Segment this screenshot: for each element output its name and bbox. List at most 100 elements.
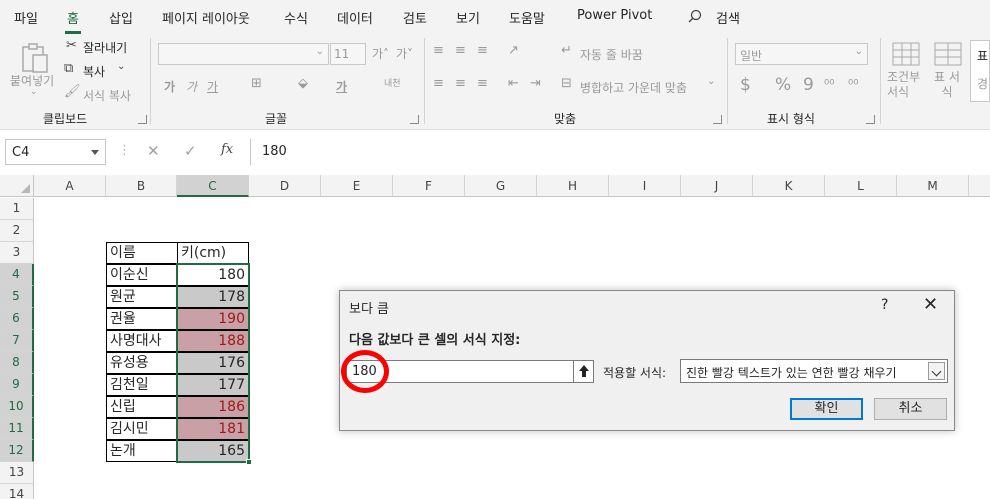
column-header-g[interactable]: G (465, 175, 537, 197)
paste-dropdown-icon[interactable]: ⌄ (30, 87, 38, 97)
table-row-name[interactable]: 논개 (106, 440, 178, 462)
table-row-name[interactable]: 유성용 (106, 352, 178, 374)
row-header-2[interactable]: 2 (0, 220, 34, 242)
align-top-icon[interactable]: ≡ (433, 43, 444, 58)
row-header-4[interactable]: 4 (0, 264, 34, 286)
tab-insert[interactable]: 삽입 (109, 8, 133, 27)
select-all-button[interactable] (0, 175, 34, 197)
table-row-height[interactable]: 181 (177, 418, 249, 440)
conditional-formatting-button[interactable]: 조건부 서식 (887, 70, 927, 100)
row-header-1[interactable]: 1 (0, 198, 34, 220)
row-header-5[interactable]: 5 (0, 286, 34, 308)
font-color-button[interactable]: 가 (336, 78, 347, 95)
confirm-entry-icon[interactable]: ✓ (184, 142, 197, 160)
table-row-name[interactable]: 원균 (106, 286, 178, 308)
percent-button[interactable]: % (775, 75, 791, 95)
column-header-e[interactable]: E (321, 175, 393, 197)
orientation-icon[interactable]: ↗ (508, 43, 519, 58)
format-as-table-button[interactable]: 표 서식 (932, 70, 962, 100)
formula-input[interactable]: 180 (250, 139, 990, 165)
column-header-f[interactable]: F (393, 175, 465, 197)
column-header-k[interactable]: K (753, 175, 825, 197)
search-label[interactable]: 검색 (716, 8, 740, 27)
row-header-7[interactable]: 7 (0, 330, 34, 352)
font-launcher-icon[interactable] (410, 115, 419, 124)
tab-review[interactable]: 검토 (403, 8, 427, 27)
row-header-10[interactable]: 10 (0, 396, 34, 418)
wrap-text-button[interactable]: 자동 줄 바꿈 (580, 46, 643, 63)
decrease-indent-icon[interactable]: ⇤ (508, 76, 519, 91)
align-bottom-icon[interactable]: ≡ (477, 43, 488, 58)
table-row-height[interactable]: 188 (177, 330, 249, 352)
row-header-8[interactable]: 8 (0, 352, 34, 374)
column-header-b[interactable]: B (106, 175, 177, 197)
cell-styles-gallery[interactable]: 표 경 (970, 40, 990, 102)
row-header-13[interactable]: 13 (0, 462, 34, 484)
column-header-c[interactable]: C (177, 175, 249, 197)
column-header-d[interactable]: D (249, 175, 321, 197)
insert-function-button[interactable]: fx (221, 142, 233, 157)
search-icon[interactable] (688, 9, 702, 23)
table-row-name[interactable]: 김시민 (106, 418, 178, 440)
close-icon[interactable]: ✕ (923, 294, 938, 315)
name-box[interactable]: C4 (5, 139, 106, 165)
table-row-height[interactable]: 176 (177, 352, 249, 374)
ok-button[interactable]: 확인 (790, 398, 863, 420)
tab-page-layout[interactable]: 페이지 레이아웃 (162, 8, 250, 27)
table-row-name[interactable]: 이순신 (106, 264, 178, 286)
tab-file[interactable]: 파일 (14, 8, 38, 27)
column-header-m[interactable]: M (897, 175, 969, 197)
row-header-12[interactable]: 12 (0, 440, 34, 462)
decrease-decimal-icon[interactable]: ⁰⁰ (848, 78, 858, 93)
row-header-11[interactable]: 11 (0, 418, 34, 440)
merge-center-button[interactable]: 병합하고 가운데 맞춤 (580, 79, 687, 96)
threshold-input[interactable]: 180 (346, 360, 574, 383)
table-header-height[interactable]: 키(cm) (177, 242, 249, 264)
font-size-select[interactable]: 11 (330, 43, 366, 65)
tab-help[interactable]: 도움말 (509, 8, 545, 27)
table-row-height[interactable]: 180 (177, 264, 249, 286)
row-header-6[interactable]: 6 (0, 308, 34, 330)
number-format-select[interactable]: 일반 ⌄ (735, 43, 868, 65)
column-header-l[interactable]: L (825, 175, 897, 197)
copy-dropdown-icon[interactable]: ⌄ (117, 61, 125, 72)
align-center-icon[interactable]: ≡ (455, 76, 466, 91)
format-select[interactable]: 진한 빨강 텍스트가 있는 연한 빨강 채우기 (680, 359, 948, 383)
align-middle-icon[interactable]: ≡ (455, 43, 466, 58)
column-header-n[interactable] (969, 175, 990, 197)
cancel-entry-icon[interactable]: ✕ (147, 142, 160, 160)
clipboard-launcher-icon[interactable] (138, 115, 147, 124)
number-launcher-icon[interactable] (866, 115, 875, 124)
fill-color-icon[interactable]: ⬙ (298, 76, 308, 91)
row-header-3[interactable]: 3 (0, 242, 34, 264)
increase-indent-icon[interactable]: ⇥ (530, 76, 541, 91)
format-painter-button[interactable]: 서식 복사 (83, 87, 131, 104)
tab-power-pivot[interactable]: Power Pivot (577, 8, 652, 23)
table-header-name[interactable]: 이름 (106, 242, 178, 264)
underline-button[interactable]: 가 (207, 78, 218, 95)
italic-button[interactable]: 가 (186, 78, 197, 95)
column-header-i[interactable]: I (609, 175, 681, 197)
table-row-height[interactable]: 177 (177, 374, 249, 396)
column-header-a[interactable]: A (34, 175, 106, 197)
tab-home[interactable]: 홈 (65, 8, 81, 34)
grow-font-button[interactable]: 가˄ (372, 45, 389, 62)
cancel-button[interactable]: 취소 (874, 398, 947, 420)
column-header-h[interactable]: H (537, 175, 609, 197)
paste-icon[interactable] (20, 42, 50, 74)
tab-formulas[interactable]: 수식 (284, 8, 308, 27)
column-header-j[interactable]: J (681, 175, 753, 197)
table-row-height[interactable]: 178 (177, 286, 249, 308)
cut-button[interactable]: 잘라내기 (83, 39, 127, 56)
copy-button[interactable]: 복사 (83, 63, 105, 80)
alignment-launcher-icon[interactable] (713, 115, 722, 124)
tab-view[interactable]: 보기 (456, 8, 480, 27)
collapse-dialog-icon[interactable] (573, 360, 594, 383)
comma-button[interactable]: 9 (803, 75, 814, 95)
tab-data[interactable]: 데이터 (337, 8, 373, 27)
help-button[interactable]: ? (881, 297, 888, 313)
align-left-icon[interactable]: ≡ (433, 76, 444, 91)
phonetic-button[interactable]: 내천 (384, 76, 401, 89)
borders-icon[interactable]: ⊞ (251, 76, 262, 91)
table-row-height[interactable]: 186 (177, 396, 249, 418)
